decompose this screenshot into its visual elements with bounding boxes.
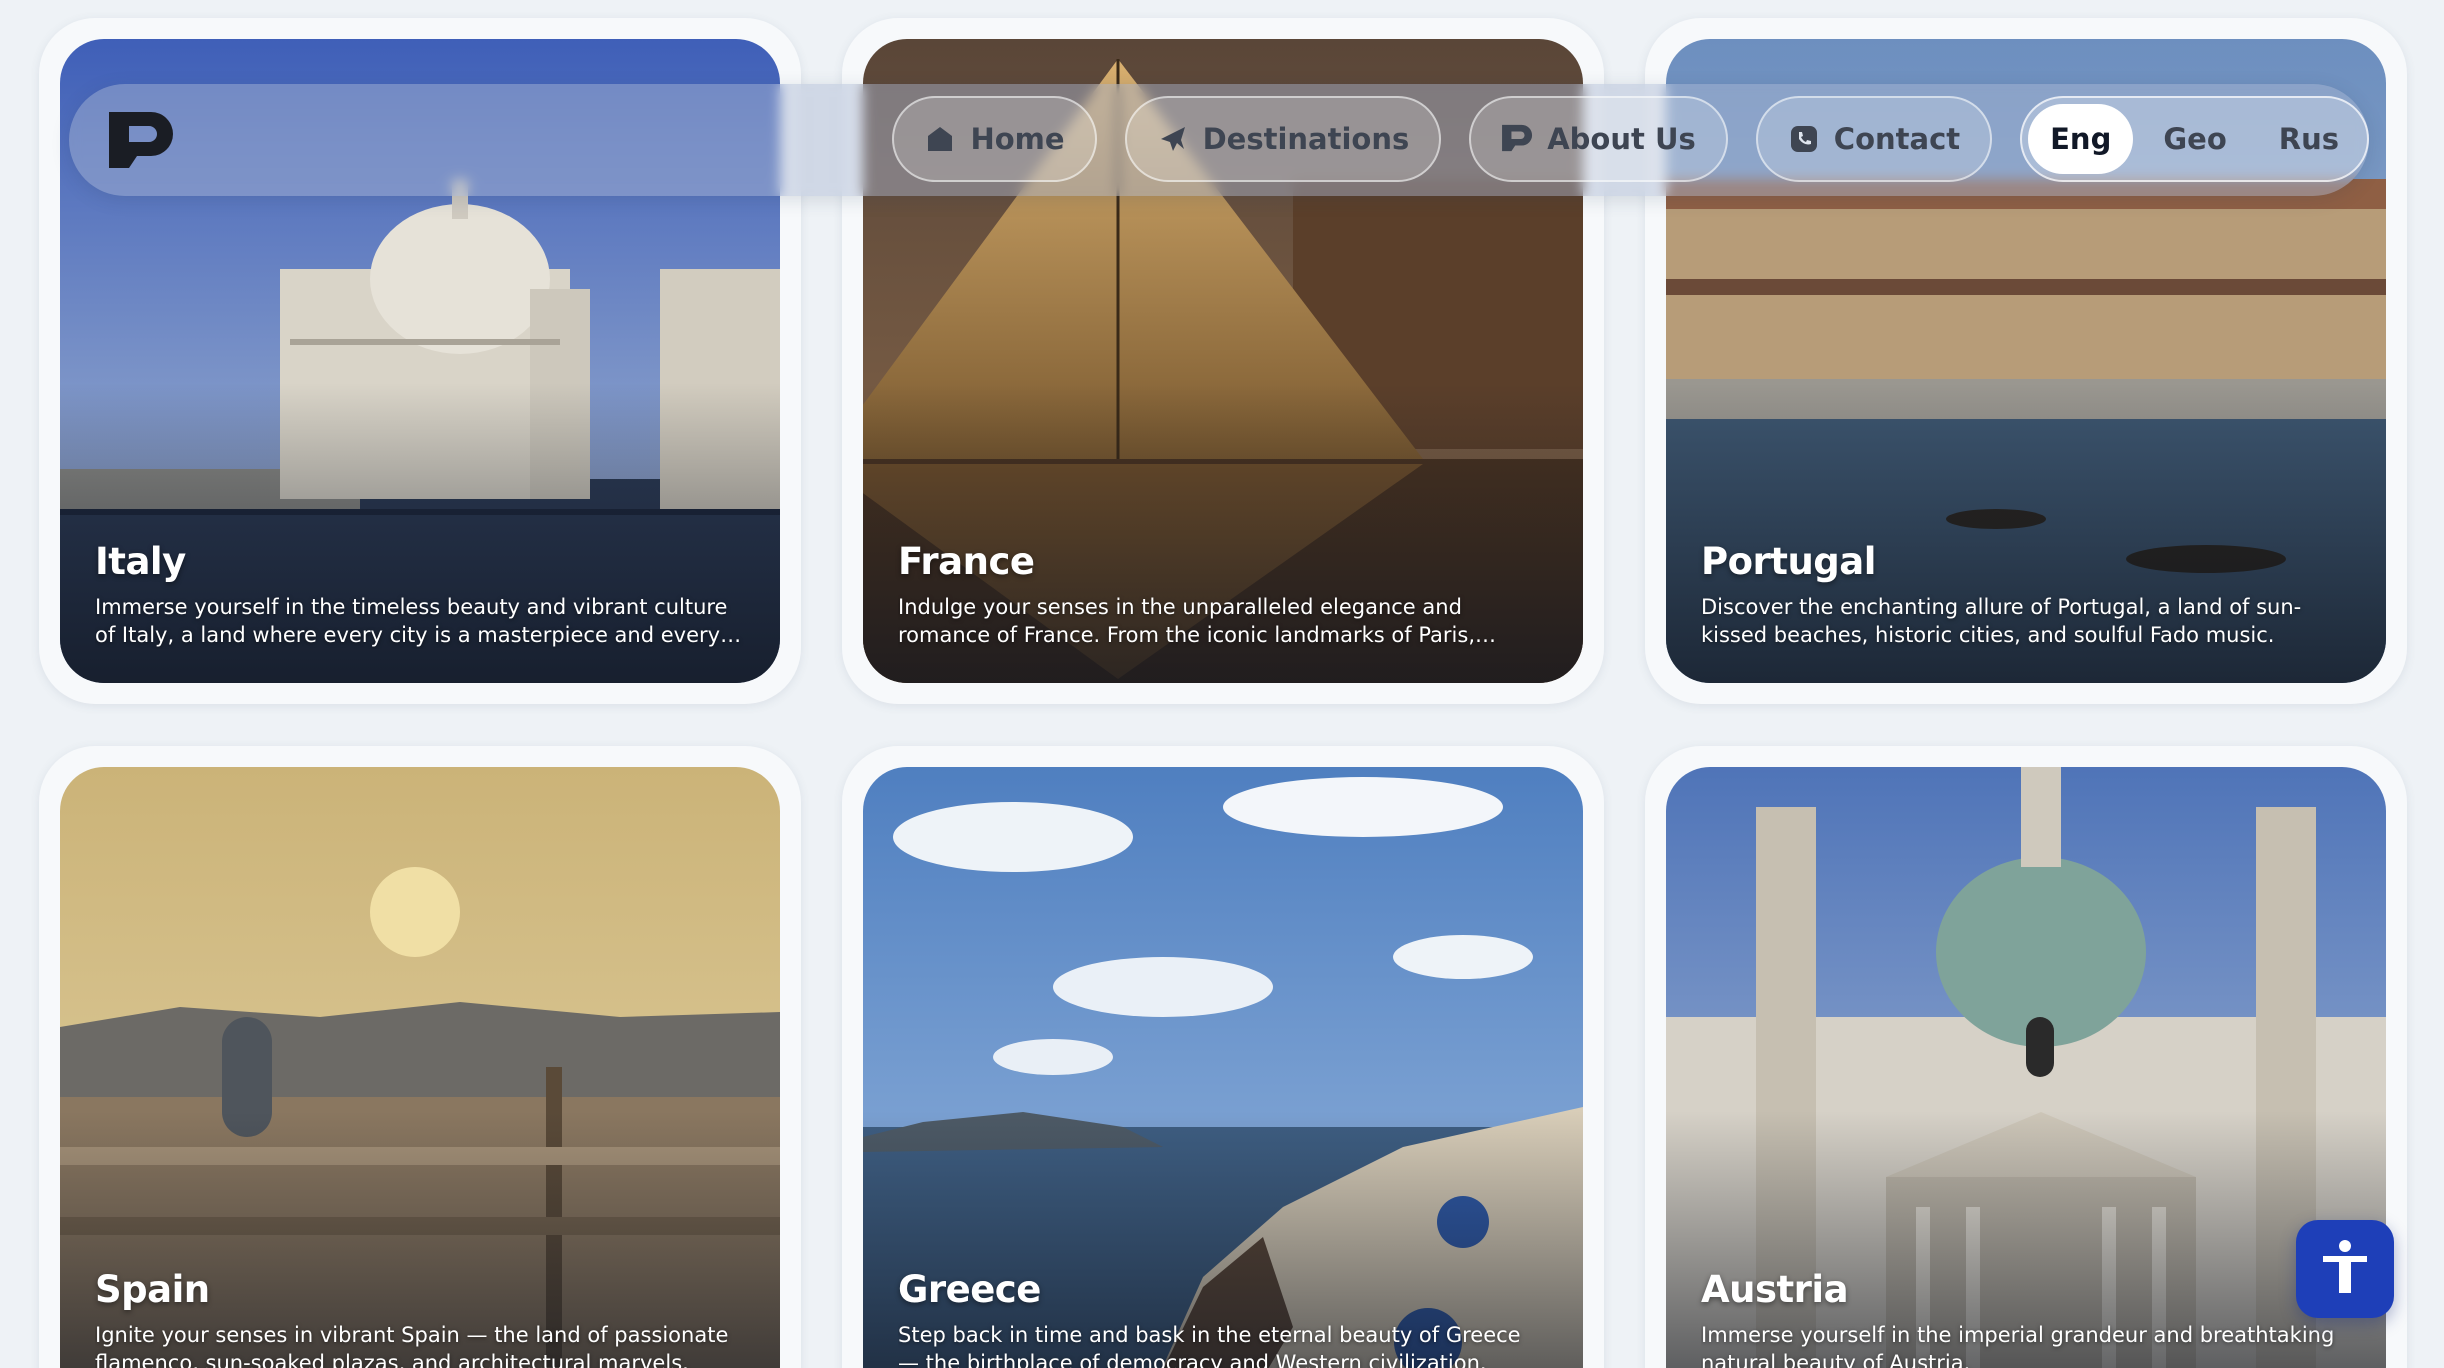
card-title: Portugal (1701, 540, 1876, 583)
logo-icon (1501, 123, 1533, 155)
nav-destinations-button[interactable]: Destinations (1124, 96, 1442, 182)
navbar: Home Destinations About Us Contact Eng G… (69, 84, 2369, 196)
card-description: Indulge your senses in the unparalleled … (898, 595, 1475, 647)
card-text: Greece Step back in time and bask in the… (898, 1268, 1548, 1368)
destination-card-greece[interactable]: Greece Step back in time and bask in the… (842, 746, 1604, 1368)
plane-icon (1157, 123, 1189, 155)
nav-home-label: Home (970, 122, 1065, 156)
card-description: Discover the enchanting allure of Portug… (1701, 595, 2302, 647)
nav-about-label: About Us (1547, 122, 1696, 156)
nav-contact-label: Contact (1833, 122, 1961, 156)
card-title: Greece (898, 1268, 1041, 1311)
nav-home-button[interactable]: Home (892, 96, 1097, 182)
destination-card-austria[interactable]: Austria Immerse yourself in the imperial… (1645, 746, 2407, 1368)
card-title: Italy (95, 540, 186, 583)
card-text: Austria Immerse yourself in the imperial… (1701, 1268, 2351, 1368)
lang-eng-button[interactable]: Eng (2028, 104, 2134, 174)
card-text: Italy Immerse yourself in the timeless b… (95, 540, 745, 649)
nav-about-button[interactable]: About Us (1469, 96, 1728, 182)
destination-image-austria: Austria Immerse yourself in the imperial… (1666, 767, 2386, 1368)
accessibility-icon (2315, 1237, 2375, 1301)
home-icon (924, 123, 956, 155)
nav-contact-button[interactable]: Contact (1755, 96, 1993, 182)
card-description: Immerse yourself in the timeless beauty … (95, 595, 728, 647)
lang-geo-button[interactable]: Geo (2141, 104, 2248, 174)
card-title: Spain (95, 1268, 210, 1311)
card-title: Austria (1701, 1268, 1849, 1311)
destination-image-greece: Greece Step back in time and bask in the… (863, 767, 1583, 1368)
card-description: Step back in time and bask in the eterna… (898, 1323, 1521, 1368)
card-text: France Indulge your senses in the unpara… (898, 540, 1548, 649)
destinations-grid: Italy Immerse yourself in the timeless b… (39, 18, 2407, 1368)
lang-rus-button[interactable]: Rus (2257, 104, 2361, 174)
logo-icon[interactable] (107, 108, 179, 172)
destination-card-spain[interactable]: Spain Ignite your senses in vibrant Spai… (39, 746, 801, 1368)
card-description: Immerse yourself in the imperial grandeu… (1701, 1323, 2335, 1368)
card-text: Spain Ignite your senses in vibrant Spai… (95, 1268, 745, 1368)
accessibility-button[interactable] (2296, 1220, 2394, 1318)
nav-destinations-label: Destinations (1202, 122, 1410, 156)
card-description: Ignite your senses in vibrant Spain — th… (95, 1323, 729, 1368)
card-text: Portugal Discover the enchanting allure … (1701, 540, 2351, 649)
phone-icon (1788, 123, 1820, 155)
language-switcher: Eng Geo Rus (2020, 96, 2369, 182)
destination-image-spain: Spain Ignite your senses in vibrant Spai… (60, 767, 780, 1368)
card-title: France (898, 540, 1035, 583)
nav-items: Home Destinations About Us Contact Eng G… (892, 96, 2369, 182)
